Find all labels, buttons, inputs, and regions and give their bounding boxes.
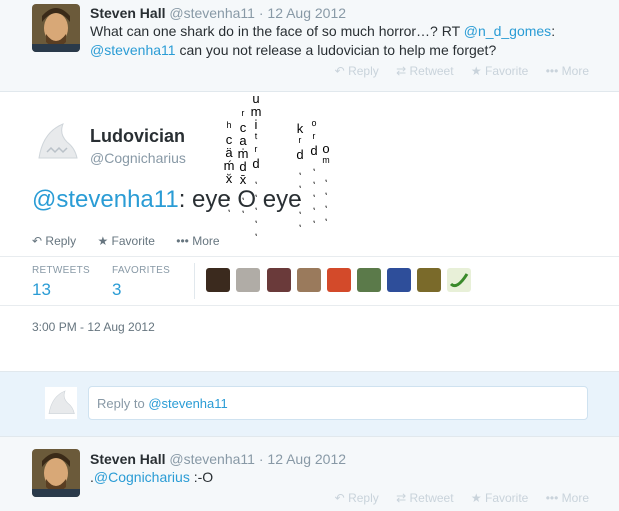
glitch-text-decoration: umiͭͬdͅͅͅͅͅ [250, 91, 262, 171]
retweets-stat[interactable]: RETWEETS 13 [32, 265, 90, 300]
main-tweet: Ludovician @Cognicharius @stevenha11: ey… [0, 92, 619, 372]
more-button[interactable]: ••• More [546, 64, 589, 78]
tweet-actions: ↶ Reply ★ Favorite ••• More [32, 234, 238, 248]
glitch-text-decoration: kͬdͅͅͅͅͅ [296, 121, 304, 162]
author-name[interactable]: Steven Hall [90, 451, 165, 467]
avatar[interactable] [267, 268, 291, 292]
avatar[interactable] [387, 268, 411, 292]
reply-icon: ↶ [334, 64, 345, 78]
tweet-steven-hall-2: Steven Hall @stevenha11 · 12 Aug 2012 .@… [0, 437, 619, 511]
more-icon: ••• [545, 64, 559, 78]
tweet-steven-hall-1: Steven Hall @stevenha11 · 12 Aug 2012 Wh… [0, 0, 619, 92]
favorites-label: FAVORITES [112, 265, 171, 276]
reply-placeholder-mention: @stevenha11 [148, 396, 228, 411]
tweet-header: Steven Hall @stevenha11 · 12 Aug 2012 [90, 4, 346, 22]
tweet-actions: ↶ Reply ⇄ Retweet ★ Favorite ••• More [321, 64, 589, 78]
glitch-text-decoration: ͬcaṁdx̄ͅͅ [237, 120, 249, 187]
stats-divider [194, 263, 195, 299]
separator: · [258, 5, 264, 21]
avatar[interactable] [32, 4, 80, 52]
text-part: : [551, 23, 556, 39]
avatar[interactable] [236, 268, 260, 292]
author-handle[interactable]: @Cognicharius [90, 150, 186, 166]
favorite-button[interactable]: ★ Favorite [471, 64, 528, 78]
favorite-button[interactable]: ★ Favorite [97, 234, 154, 248]
author-name[interactable]: Ludovician [90, 126, 185, 147]
tweet-text: .@Cognicharius :-O [90, 468, 600, 487]
star-icon: ★ [470, 64, 482, 78]
avatar[interactable] [206, 268, 230, 292]
retweet-icon: ⇄ [396, 491, 407, 505]
retweets-count: 13 [32, 280, 51, 299]
avatar[interactable] [297, 268, 321, 292]
tweet-timestamp[interactable]: 3:00 PM - 12 Aug 2012 [32, 320, 155, 334]
more-icon: ••• [176, 234, 189, 248]
more-button[interactable]: ••• More [546, 491, 589, 505]
author-handle[interactable]: @stevenha11 [169, 451, 255, 467]
star-icon: ★ [97, 234, 109, 248]
reply-bar: Reply to @stevenha11 [0, 372, 619, 437]
tweet-date[interactable]: 12 Aug 2012 [267, 5, 346, 21]
author-name[interactable]: Steven Hall [90, 5, 165, 21]
reply-input[interactable]: Reply to @stevenha11 [88, 386, 588, 420]
shark-avatar [45, 387, 77, 419]
retweet-button[interactable]: ⇄ Retweet [396, 491, 453, 505]
reply-icon: ↶ [32, 234, 43, 248]
reply-button[interactable]: ↶ Reply [335, 491, 379, 505]
retweets-label: RETWEETS [32, 265, 90, 276]
reply-placeholder: Reply to [97, 396, 149, 411]
avatar[interactable] [32, 449, 80, 497]
tweet-header: Steven Hall @stevenha11 · 12 Aug 2012 [90, 450, 346, 468]
tweet-text: What can one shark do in the face of so … [90, 22, 600, 60]
glitch-text-decoration: oͫͅͅͅͅ [322, 141, 330, 156]
star-icon: ★ [470, 491, 482, 505]
author-handle[interactable]: @stevenha11 [169, 5, 255, 21]
favorite-button[interactable]: ★ Favorite [471, 491, 528, 505]
text-part: What can one shark do in the face of so … [90, 23, 464, 39]
avatar[interactable] [447, 268, 471, 292]
more-button[interactable]: ••• More [176, 234, 219, 248]
shark-avatar[interactable] [33, 118, 81, 166]
mention-link[interactable]: @n_d_gomes [464, 23, 551, 39]
avatar[interactable] [327, 268, 351, 292]
more-icon: ••• [545, 491, 559, 505]
mention-link[interactable]: @stevenha11 [32, 186, 179, 213]
reply-button[interactable]: ↶ Reply [335, 64, 379, 78]
avatar[interactable] [357, 268, 381, 292]
glitch-text-decoration: ͦͬdͅͅͅͅͅ [310, 143, 318, 158]
reply-icon: ↶ [334, 491, 345, 505]
text-part: can you not release a ludovician to help… [175, 42, 497, 58]
text-part: :-O [189, 469, 214, 485]
tweet-date[interactable]: 12 Aug 2012 [267, 451, 346, 467]
retweet-button[interactable]: ⇄ Retweet [396, 64, 453, 78]
mention-link[interactable]: @stevenha11 [90, 42, 176, 58]
mention-link[interactable]: @Cognicharius [94, 469, 190, 485]
avatar[interactable] [417, 268, 441, 292]
tweet-stats: RETWEETS 13 FAVORITES 3 [0, 256, 619, 306]
retweet-icon: ⇄ [396, 64, 407, 78]
favorites-count: 3 [112, 280, 122, 299]
separator: · [258, 451, 264, 467]
favorites-stat[interactable]: FAVORITES 3 [112, 265, 170, 300]
tweet-actions: ↶ Reply ⇄ Retweet ★ Favorite ••• More [321, 491, 589, 505]
reply-button[interactable]: ↶ Reply [32, 234, 76, 248]
glitch-text-decoration: ͪcäḿx̆ͅͅ [223, 132, 235, 186]
